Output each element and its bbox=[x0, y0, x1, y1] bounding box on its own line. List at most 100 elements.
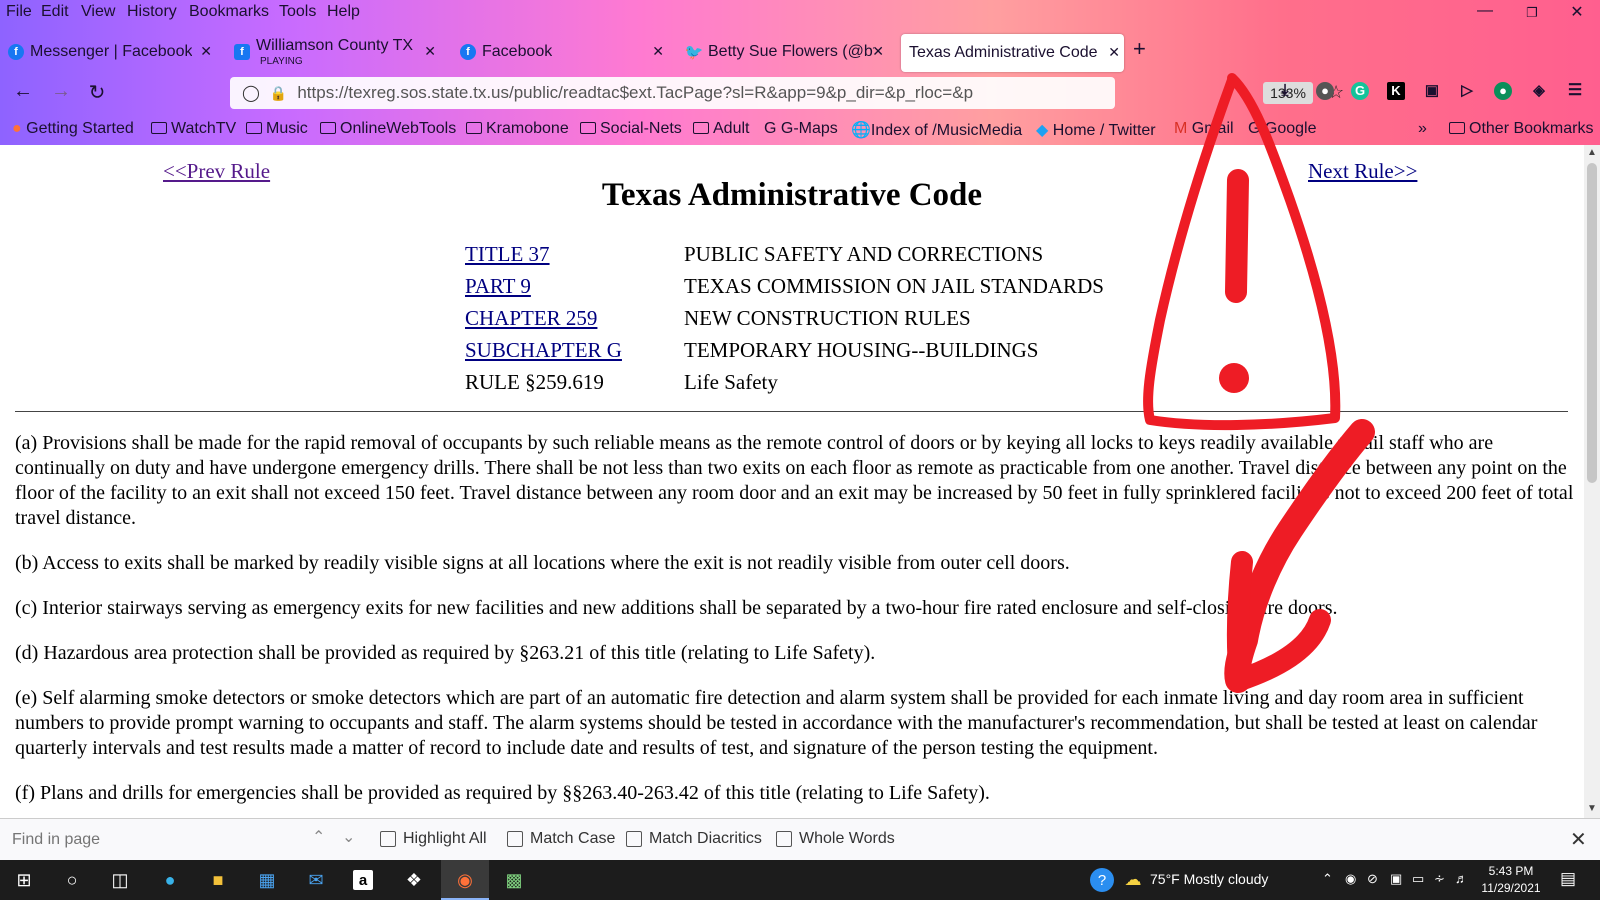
forward-arrow-icon[interactable]: → bbox=[48, 80, 74, 103]
url-bar[interactable]: ◯ 🔒 https://texreg.sos.state.tx.us/publi… bbox=[230, 77, 1344, 109]
tab-title: Texas Administrative Code bbox=[909, 44, 1098, 61]
match-diacritics-checkbox[interactable]: Match Diacritics bbox=[626, 830, 762, 848]
help-icon[interactable]: ? bbox=[1090, 868, 1114, 892]
green-extension-icon[interactable]: ● bbox=[1494, 82, 1512, 100]
new-tab-button[interactable]: + bbox=[1133, 36, 1146, 62]
app-icon[interactable]: ▩ bbox=[502, 868, 526, 892]
title-link[interactable]: TITLE 37 bbox=[465, 242, 550, 266]
menu-view[interactable]: View bbox=[81, 3, 115, 21]
chapter-link[interactable]: CHAPTER 259 bbox=[465, 306, 597, 330]
mail-icon[interactable]: ✉ bbox=[304, 868, 328, 892]
tab-texas-administrative-code[interactable]: Texas Administrative Code ✕ bbox=[901, 34, 1124, 72]
hamburger-menu-icon[interactable]: ☰ bbox=[1566, 82, 1584, 100]
checkbox-box[interactable] bbox=[380, 831, 396, 847]
page-scrollbar[interactable]: ▲ ▼ bbox=[1584, 145, 1600, 818]
close-icon[interactable]: ✕ bbox=[1108, 44, 1120, 61]
clock-date: 11/29/2021 bbox=[1481, 881, 1541, 895]
google-icon: G bbox=[764, 120, 777, 137]
close-icon[interactable]: ✕ bbox=[424, 43, 436, 60]
close-icon[interactable]: ✕ bbox=[652, 43, 664, 60]
search-circle-icon[interactable]: ○ bbox=[60, 868, 84, 892]
grammarly-icon[interactable]: G bbox=[1351, 82, 1369, 100]
lock-icon[interactable]: 🔒 bbox=[270, 85, 287, 102]
tab-facebook[interactable]: f Facebook ✕ bbox=[460, 34, 668, 70]
bookmark-home-twitter[interactable]: ◆ Home / Twitter bbox=[1036, 120, 1156, 140]
extension-icon[interactable]: ● bbox=[1316, 82, 1334, 100]
restore-icon[interactable]: ❐ bbox=[1517, 5, 1547, 21]
shield-icon[interactable]: ◯ bbox=[242, 83, 260, 103]
close-icon[interactable]: ✕ bbox=[872, 43, 884, 60]
menu-tools[interactable]: Tools bbox=[279, 3, 316, 21]
rule-paragraph-e: (e) Self alarming smoke detectors or smo… bbox=[15, 687, 1538, 759]
bookmark-music[interactable]: Music bbox=[246, 120, 308, 138]
k-extension-icon[interactable]: K bbox=[1387, 82, 1405, 100]
bookmark-gmail[interactable]: M Gmail bbox=[1174, 120, 1234, 138]
find-next-icon[interactable]: ⌄ bbox=[342, 827, 355, 847]
minimize-icon[interactable]: — bbox=[1470, 2, 1500, 20]
weather-text[interactable]: 75°F Mostly cloudy bbox=[1150, 871, 1268, 887]
bookmark-other-bookmarks[interactable]: Other Bookmarks bbox=[1449, 120, 1593, 138]
dropbox-icon[interactable]: ❖ bbox=[402, 868, 426, 892]
diamond-extension-icon[interactable]: ◈ bbox=[1530, 82, 1548, 100]
close-icon[interactable]: ✕ bbox=[200, 43, 212, 60]
windows-start-icon[interactable]: ⊞ bbox=[12, 868, 36, 892]
reload-icon[interactable]: ↻ bbox=[84, 80, 110, 105]
bookmark-kramobone[interactable]: Kramobone bbox=[466, 120, 569, 138]
scroll-up-icon[interactable]: ▲ bbox=[1587, 147, 1597, 158]
bookmark-g-maps[interactable]: G G-Maps bbox=[764, 120, 838, 138]
bookmark-google[interactable]: G Google bbox=[1248, 120, 1317, 138]
tray-network-off-icon[interactable]: ⊘ bbox=[1367, 871, 1378, 887]
microsoft-store-icon[interactable]: ▦ bbox=[255, 868, 279, 892]
file-explorer-icon[interactable]: ■ bbox=[206, 868, 230, 892]
back-arrow-icon[interactable]: ← bbox=[10, 80, 36, 103]
media-extension-icon[interactable]: ▷ bbox=[1458, 82, 1476, 100]
find-previous-icon[interactable]: ⌃ bbox=[312, 827, 325, 847]
bookmark-getting-started[interactable]: ● Getting Started bbox=[12, 120, 134, 138]
bookmarks-overflow-icon[interactable]: » bbox=[1418, 120, 1427, 138]
checkbox-box[interactable] bbox=[626, 831, 642, 847]
subchapter-link[interactable]: SUBCHAPTER G bbox=[465, 338, 622, 362]
bookmark-watchtv[interactable]: WatchTV bbox=[151, 120, 236, 138]
notifications-icon[interactable]: ▤ bbox=[1560, 869, 1576, 889]
tray-app-icon[interactable]: ◉ bbox=[1345, 871, 1356, 887]
highlight-all-checkbox[interactable]: Highlight All bbox=[380, 830, 487, 848]
rule-number: RULE §259.619 bbox=[465, 370, 604, 394]
amazon-icon[interactable]: a bbox=[353, 870, 373, 890]
whole-words-checkbox[interactable]: Whole Words bbox=[776, 830, 895, 848]
tab-messenger[interactable]: f Messenger | Facebook ✕ bbox=[8, 34, 216, 70]
firefox-icon[interactable]: ◉ bbox=[453, 868, 477, 892]
tray-display-icon[interactable]: ▣ bbox=[1390, 871, 1402, 887]
wifi-icon[interactable]: ∻ bbox=[1434, 871, 1445, 887]
battery-icon[interactable]: ▭ bbox=[1412, 871, 1424, 887]
checkbox-box[interactable] bbox=[507, 831, 523, 847]
bookmark-onlinewebtools[interactable]: OnlineWebTools bbox=[320, 120, 456, 138]
folder-icon bbox=[580, 122, 596, 134]
screen-extension-icon[interactable]: ▣ bbox=[1423, 82, 1441, 100]
checkbox-box[interactable] bbox=[776, 831, 792, 847]
firefox-icon: ● bbox=[12, 120, 22, 137]
volume-icon[interactable]: ♬ bbox=[1455, 871, 1468, 886]
system-clock[interactable]: 5:43 PM 11/29/2021 bbox=[1478, 863, 1544, 897]
url-text[interactable]: https://texreg.sos.state.tx.us/public/re… bbox=[297, 83, 1027, 103]
part-link[interactable]: PART 9 bbox=[465, 274, 531, 298]
edge-browser-icon[interactable]: ● bbox=[158, 868, 182, 892]
bookmark-adult[interactable]: Adult bbox=[693, 120, 749, 138]
task-view-icon[interactable]: ◫ bbox=[108, 868, 132, 892]
tray-chevron-icon[interactable]: ⌃ bbox=[1322, 871, 1333, 887]
tab-williamson-county[interactable]: f Williamson County TX, S PLAYING ✕ bbox=[234, 34, 440, 70]
tab-betty-sue-flowers[interactable]: 🐦 Betty Sue Flowers (@bf ✕ bbox=[686, 34, 888, 70]
bookmark-social-nets[interactable]: Social-Nets bbox=[580, 120, 682, 138]
scroll-thumb[interactable] bbox=[1587, 163, 1597, 483]
menu-file[interactable]: File bbox=[6, 3, 32, 21]
close-window-icon[interactable]: ✕ bbox=[1562, 2, 1592, 22]
download-icon[interactable]: ⤓ bbox=[1276, 82, 1294, 100]
close-find-bar-icon[interactable]: ✕ bbox=[1570, 827, 1587, 852]
bookmark-index-of-musicmedia[interactable]: 🌐Index of /MusicMedia bbox=[851, 120, 1022, 140]
menu-help[interactable]: Help bbox=[327, 3, 360, 21]
find-in-page-input[interactable] bbox=[10, 825, 304, 855]
menu-bookmarks[interactable]: Bookmarks bbox=[189, 3, 269, 21]
menu-edit[interactable]: Edit bbox=[41, 3, 69, 21]
match-case-checkbox[interactable]: Match Case bbox=[507, 830, 615, 848]
menu-history[interactable]: History bbox=[127, 3, 177, 21]
scroll-down-icon[interactable]: ▼ bbox=[1587, 803, 1597, 814]
